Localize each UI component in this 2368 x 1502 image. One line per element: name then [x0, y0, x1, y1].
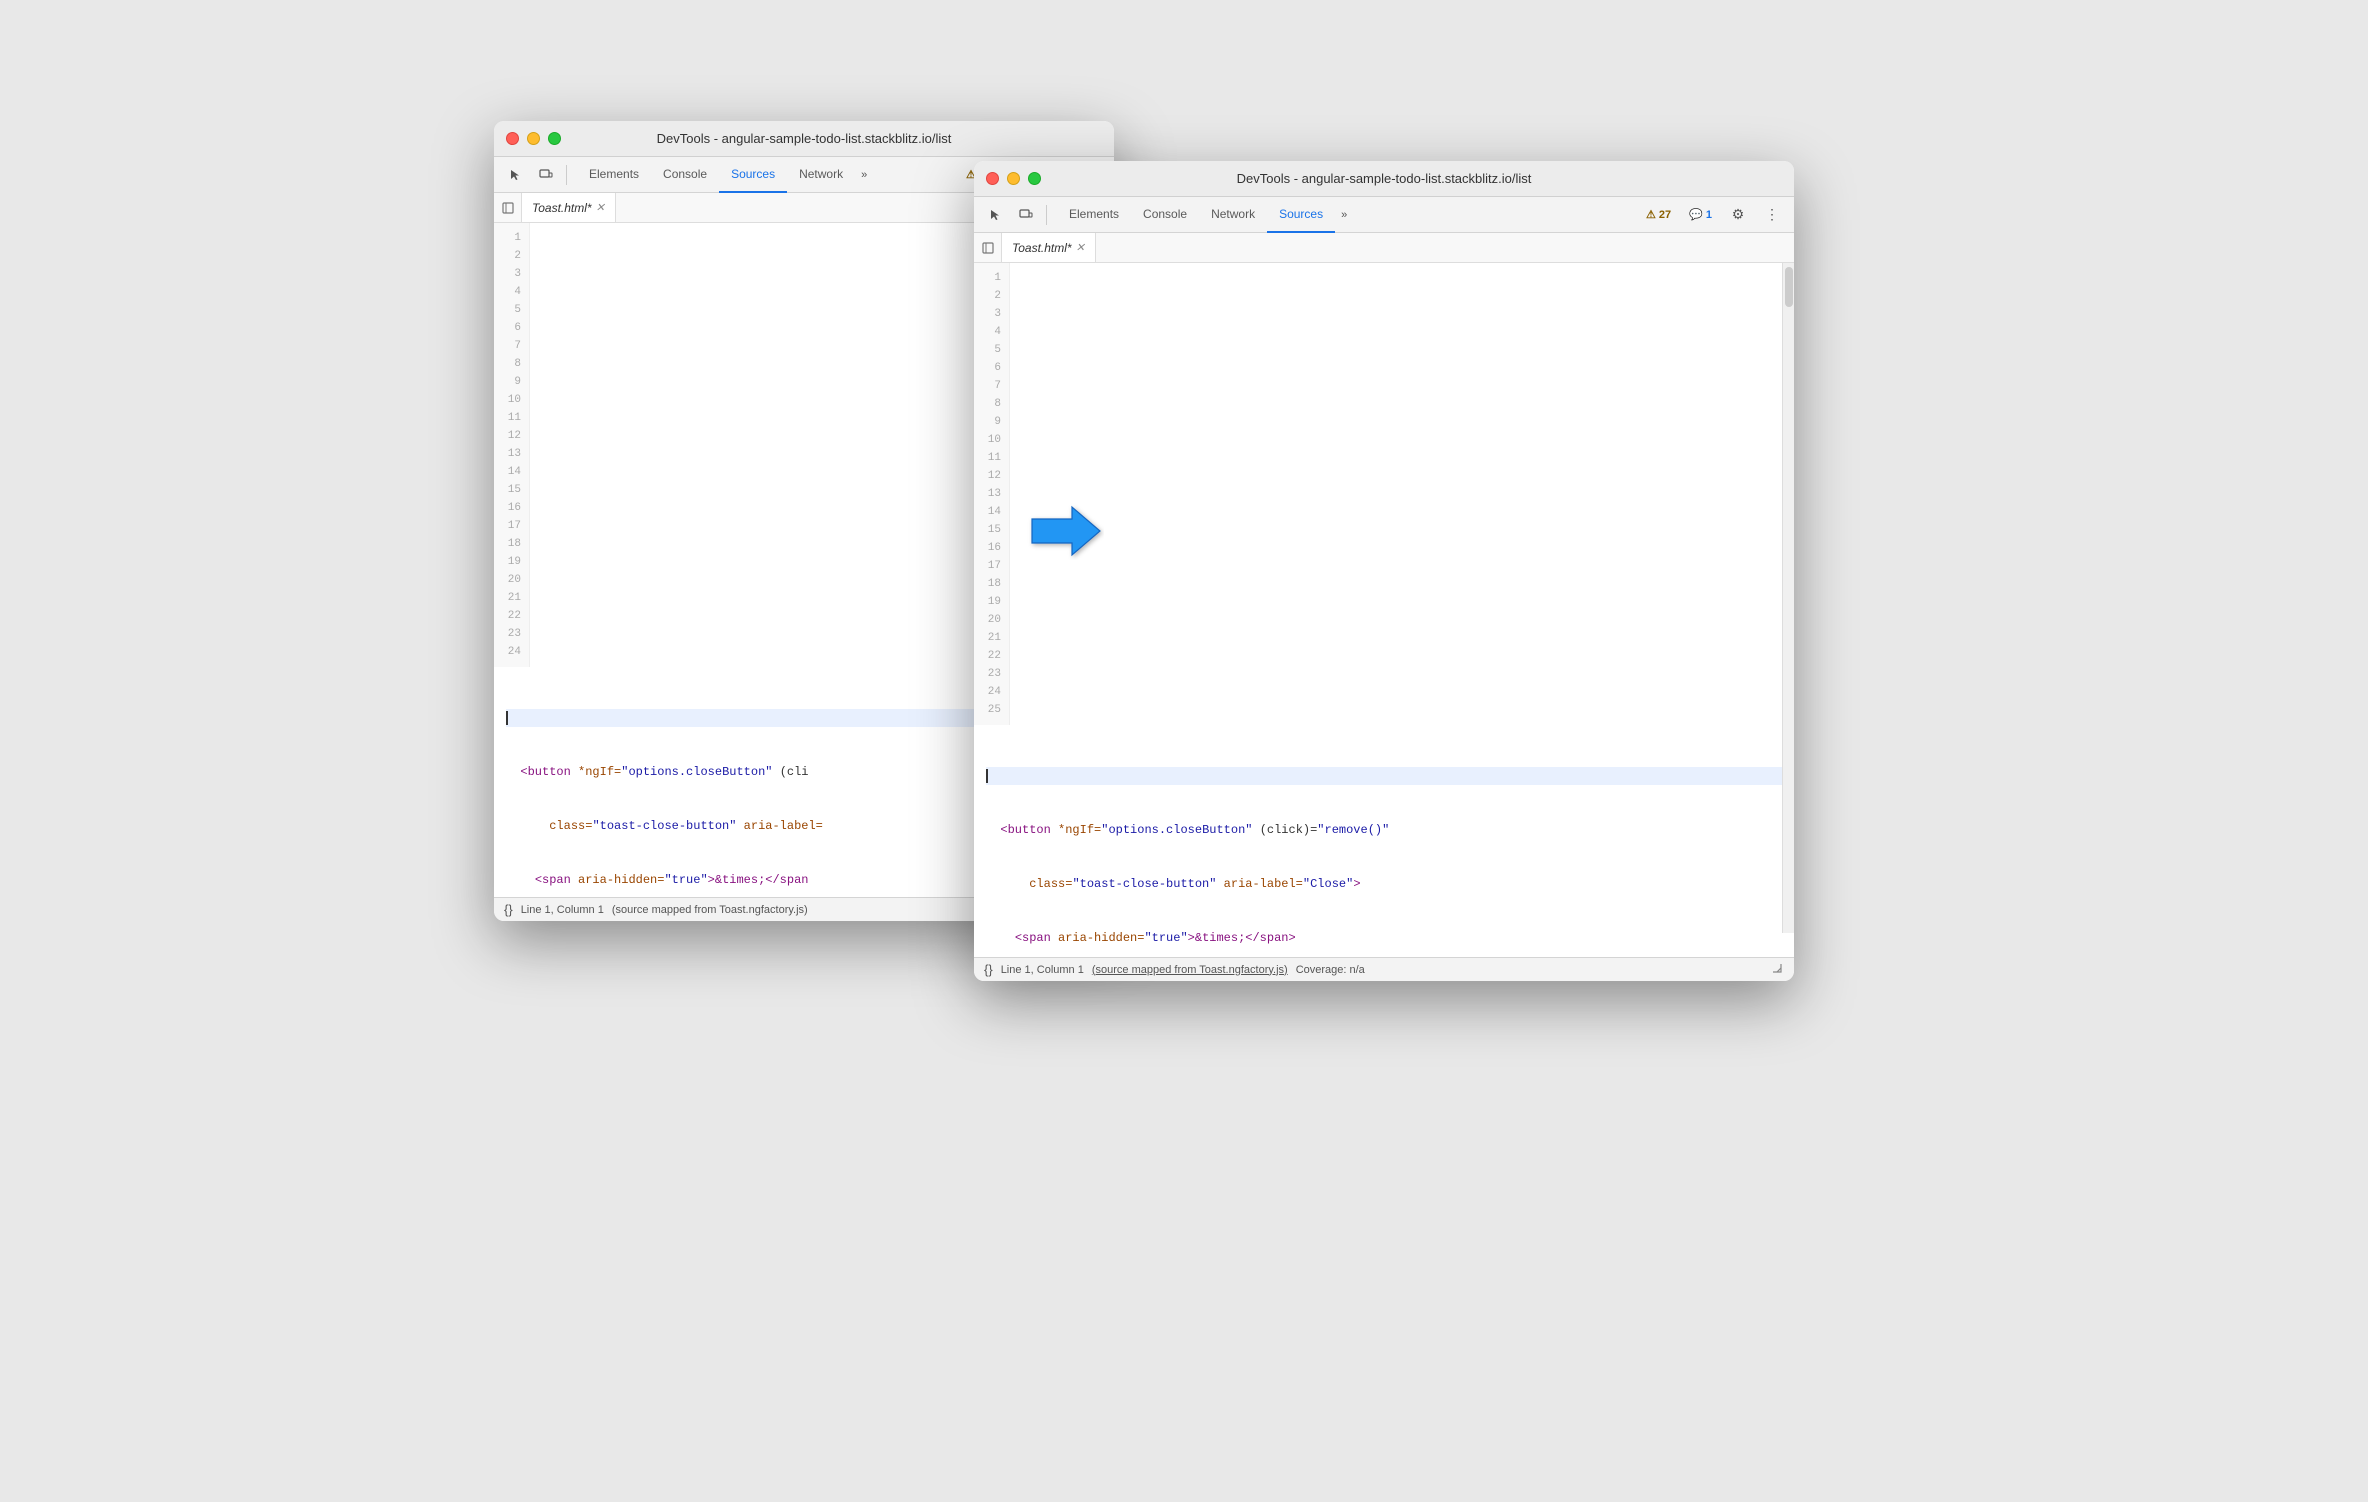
titlebar-front: DevTools - angular-sample-todo-list.stac… [974, 161, 1794, 197]
window-title-back: DevTools - angular-sample-todo-list.stac… [657, 131, 952, 146]
code-content-front: <button *ngIf="options.closeButton" (cli… [974, 725, 1794, 957]
coverage-front: Coverage: n/a [1296, 964, 1365, 976]
minimize-button-front[interactable] [1007, 172, 1020, 185]
cursor-position-back: Line 1, Column 1 [521, 904, 604, 916]
source-map-link-back[interactable]: (source mapped from Toast.ngfactory.js) [612, 904, 808, 916]
resize-handle[interactable] [1770, 961, 1784, 978]
toolbar-right-front: ⚠ 27 💬 1 ⚙ ⋮ [1640, 201, 1786, 229]
devtools-tabs-front: Elements Console Network Sources » [1057, 197, 1353, 233]
warning-badge-front[interactable]: ⚠ 27 [1640, 206, 1677, 223]
tab-elements-back[interactable]: Elements [577, 157, 651, 193]
file-tab-name-front: Toast.html* [1012, 241, 1072, 255]
file-tab-name-back: Toast.html* [532, 201, 592, 215]
devtools-toolbar-front: Elements Console Network Sources » ⚠ 27 … [974, 197, 1794, 233]
traffic-lights-front [986, 172, 1041, 185]
tab-network-front[interactable]: Network [1199, 197, 1267, 233]
file-tab-toast-front[interactable]: Toast.html* ✕ [1002, 233, 1096, 262]
line-numbers-front: 12345 678910 1112131415 1617181920 21222… [974, 263, 1010, 725]
cursor-icon[interactable] [502, 161, 530, 189]
devtools-tabs-back: Elements Console Sources Network » [577, 157, 873, 193]
close-button-front[interactable] [986, 172, 999, 185]
file-tab-toast-back[interactable]: Toast.html* ✕ [522, 193, 616, 222]
titlebar-back: DevTools - angular-sample-todo-list.stac… [494, 121, 1114, 157]
minimize-button-back[interactable] [527, 132, 540, 145]
maximize-button-front[interactable] [1028, 172, 1041, 185]
toolbar-separator-front [1046, 205, 1047, 225]
sidebar-toggle-back[interactable] [494, 193, 522, 222]
cursor-position-front: Line 1, Column 1 [1001, 964, 1084, 976]
toolbar-separator-1 [566, 165, 567, 185]
statusbar-front: {} Line 1, Column 1 (source mapped from … [974, 957, 1794, 981]
close-button-back[interactable] [506, 132, 519, 145]
file-tab-close-back[interactable]: ✕ [596, 201, 605, 214]
file-tab-close-front[interactable]: ✕ [1076, 241, 1085, 254]
source-map-link-front[interactable]: (source mapped from Toast.ngfactory.js) [1092, 964, 1288, 976]
more-options-icon-front[interactable]: ⋮ [1758, 201, 1786, 229]
tab-network-back[interactable]: Network [787, 157, 855, 193]
cursor-icon-front[interactable] [982, 201, 1010, 229]
info-badge-front[interactable]: 💬 1 [1683, 206, 1718, 223]
maximize-button-back[interactable] [548, 132, 561, 145]
responsive-icon-front[interactable] [1012, 201, 1040, 229]
traffic-lights-back [506, 132, 561, 145]
settings-icon-front[interactable]: ⚙ [1724, 201, 1752, 229]
tab-console-front[interactable]: Console [1131, 197, 1199, 233]
tab-console-back[interactable]: Console [651, 157, 719, 193]
scrollbar-thumb[interactable] [1785, 267, 1793, 307]
tab-sources-back[interactable]: Sources [719, 157, 787, 193]
brackets-icon-back: {} [504, 902, 513, 917]
tab-sources-front[interactable]: Sources [1267, 197, 1335, 233]
more-tabs-front[interactable]: » [1335, 197, 1353, 233]
tab-elements-front[interactable]: Elements [1057, 197, 1131, 233]
brackets-icon-front: {} [984, 962, 993, 977]
responsive-icon[interactable] [532, 161, 560, 189]
devtools-window-front: DevTools - angular-sample-todo-list.stac… [974, 161, 1794, 981]
line-numbers-back: 12345 678910 1112131415 1617181920 21222… [494, 223, 530, 667]
scrollbar-front[interactable] [1782, 263, 1794, 933]
more-tabs-back[interactable]: » [855, 157, 873, 193]
window-title-front: DevTools - angular-sample-todo-list.stac… [1237, 171, 1532, 186]
code-area-front[interactable]: 12345 678910 1112131415 1617181920 21222… [974, 263, 1794, 957]
sidebar-toggle-front[interactable] [974, 233, 1002, 262]
file-tabbar-front: Toast.html* ✕ [974, 233, 1794, 263]
